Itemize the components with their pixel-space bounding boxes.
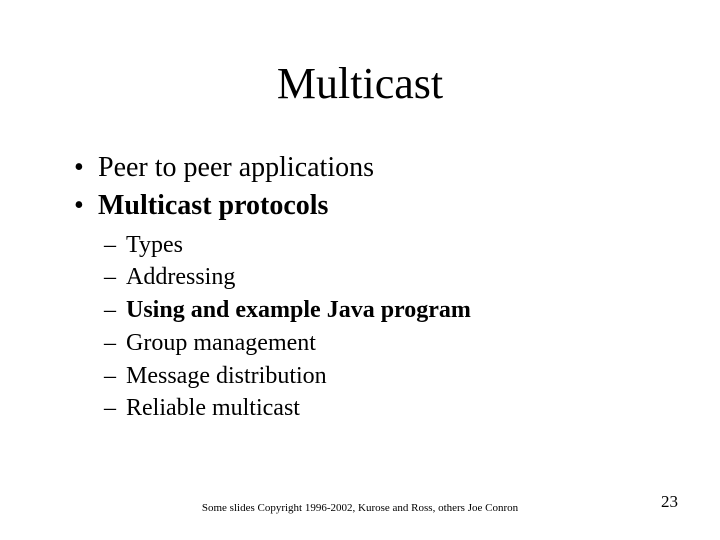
sub-bullet-text: Using and example Java program [126,297,471,323]
sub-bullet-text: Reliable multicast [126,395,300,421]
sub-bullet-text: Addressing [126,264,235,290]
slide-title: Multicast [0,58,720,109]
slide-body: Peer to peer applications Multicast prot… [74,150,660,426]
sub-bullet-text: Types [126,232,183,258]
sub-bullet-text: Group management [126,330,316,356]
sub-bullet-message-distribution: Message distribution [104,361,660,392]
sub-bullets: Types Addressing Using and example Java … [104,230,660,424]
footer-copyright: Some slides Copyright 1996-2002, Kurose … [0,502,720,514]
sub-bullet-group-management: Group management [104,328,660,359]
sub-bullet-java-program: Using and example Java program [104,295,660,326]
sub-bullet-addressing: Addressing [104,262,660,293]
page-number: 23 [661,492,678,512]
bullet-multicast-protocols: Multicast protocols [74,188,660,224]
sub-bullet-reliable-multicast: Reliable multicast [104,393,660,424]
bullet-peer-to-peer: Peer to peer applications [74,150,660,186]
bullet-text: Multicast protocols [98,190,328,221]
sub-bullet-text: Message distribution [126,363,327,389]
sub-bullet-types: Types [104,230,660,261]
bullet-text: Peer to peer applications [98,152,374,183]
slide: Multicast Peer to peer applications Mult… [0,0,720,540]
